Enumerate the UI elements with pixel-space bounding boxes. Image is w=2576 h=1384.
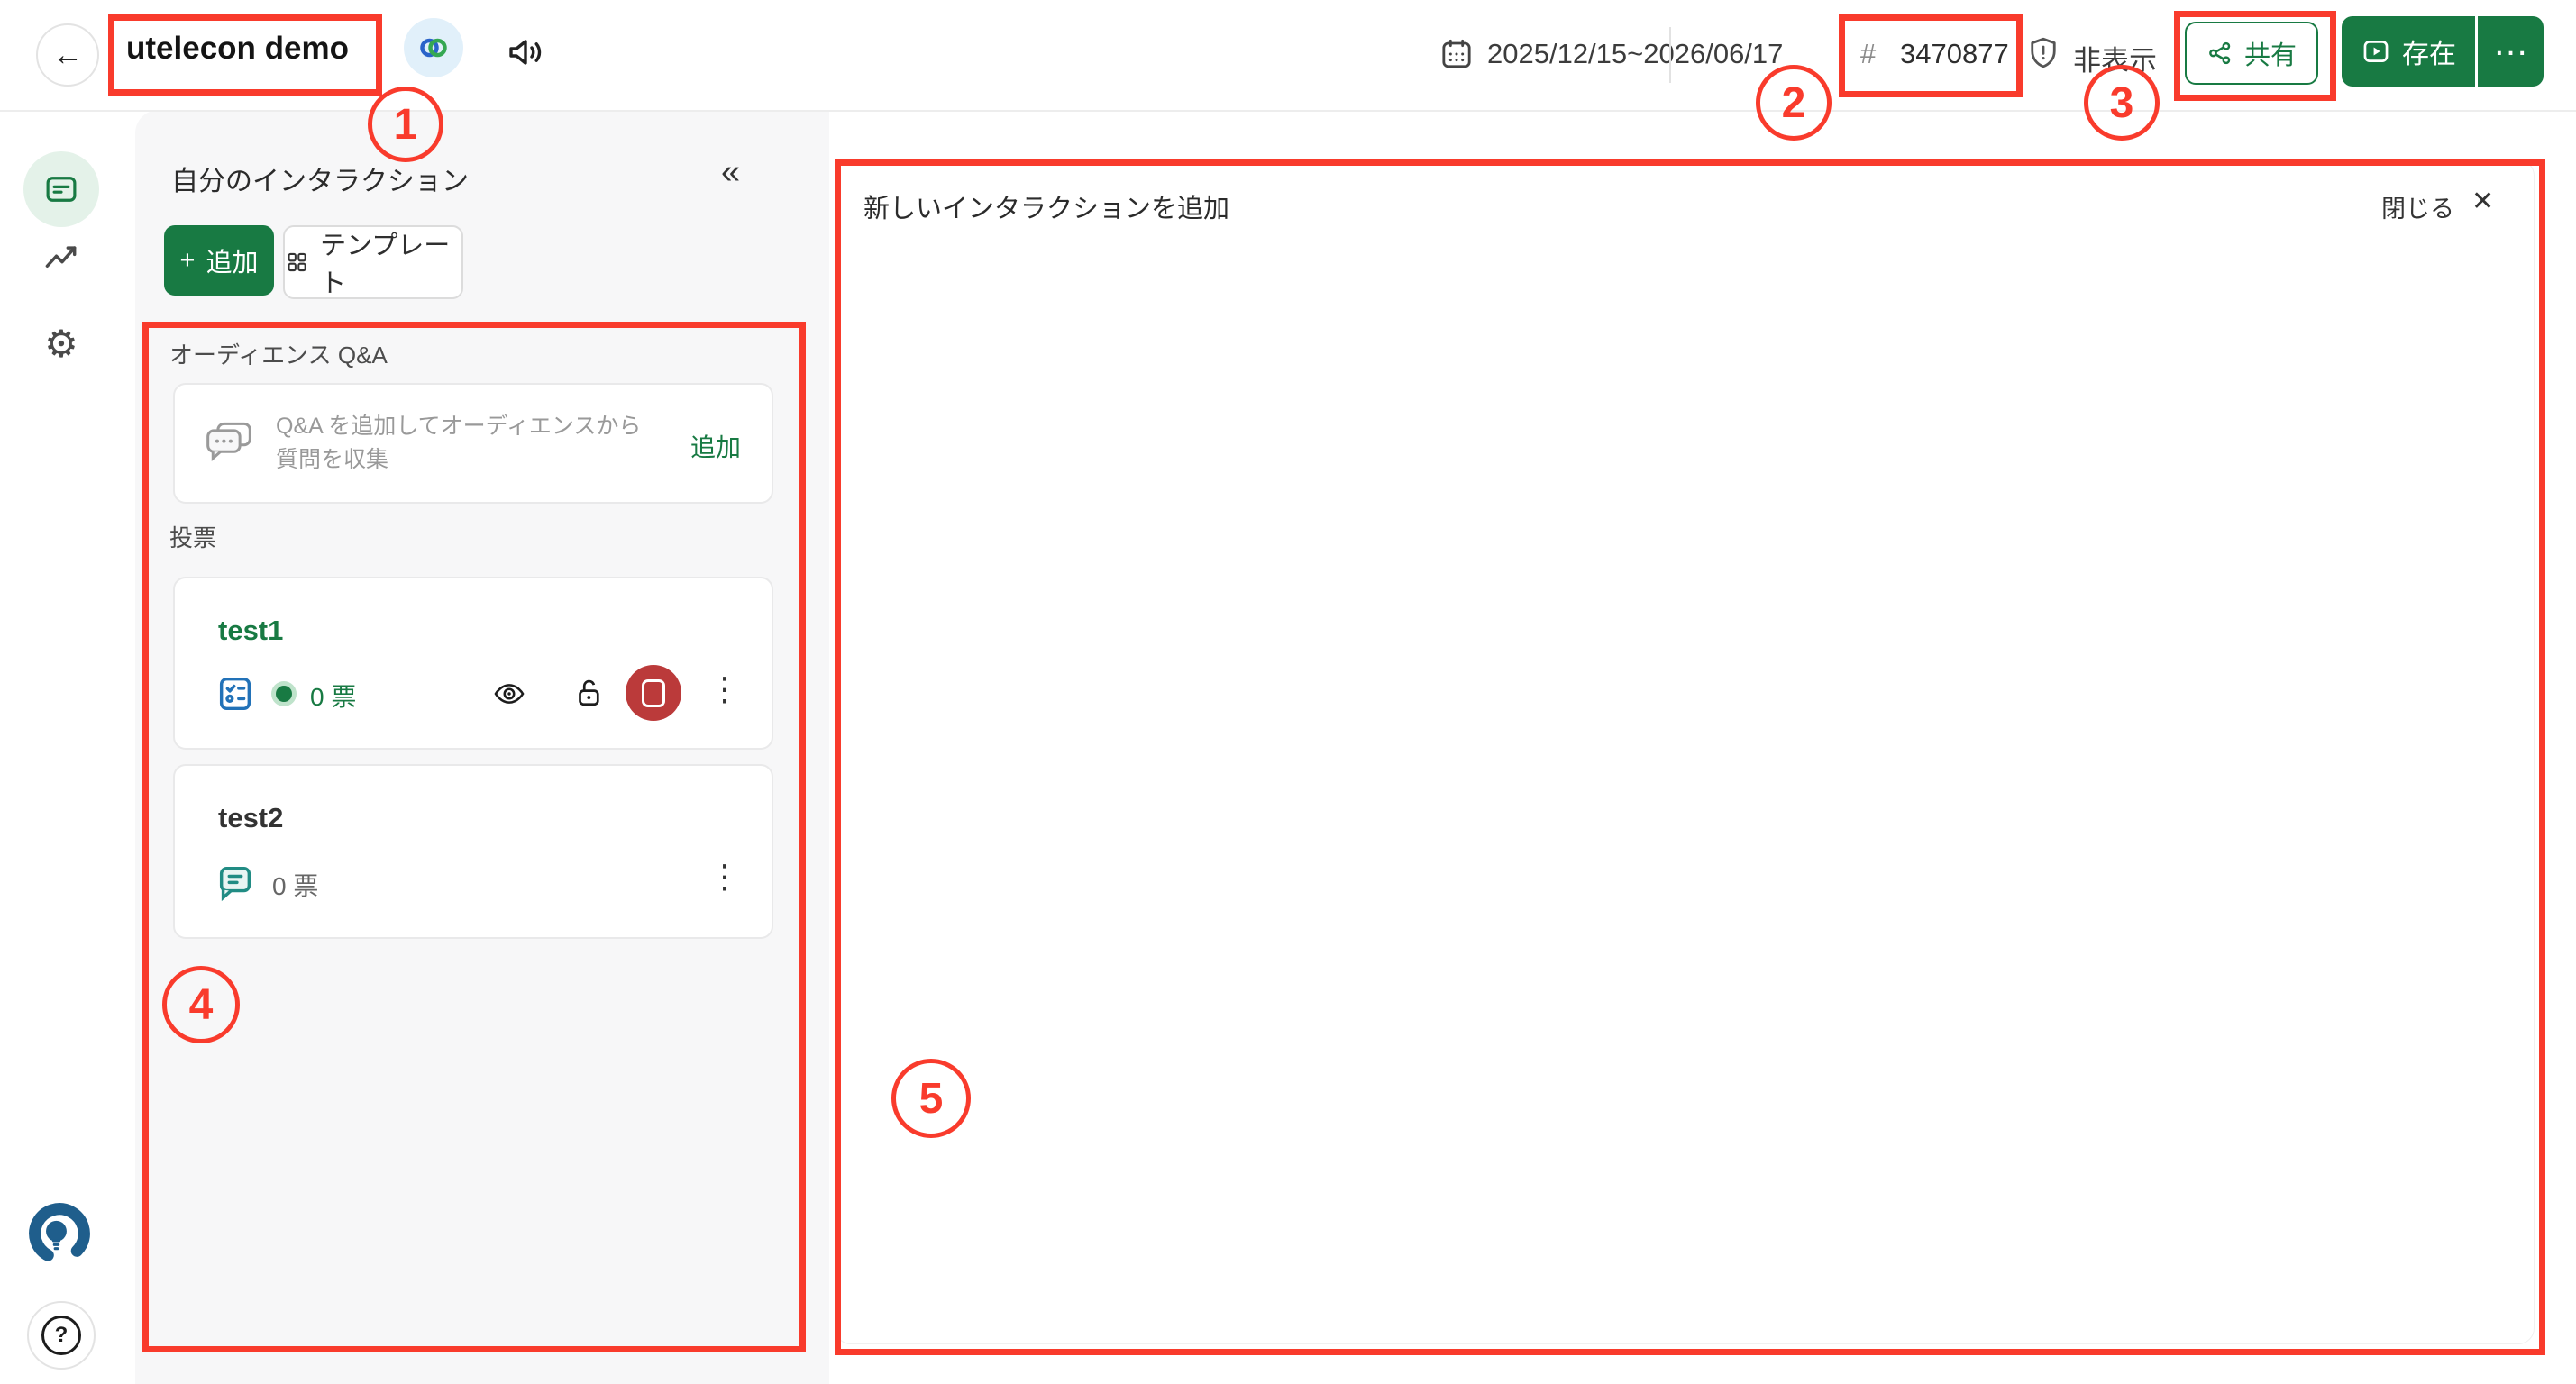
modal-title: 新しいインタラクションを追加 [863, 187, 1229, 225]
present-button[interactable]: 存在 [2342, 16, 2475, 86]
qa-hint-text: Q&A を追加してオーディエンスから質問を収集 [276, 410, 663, 477]
template-button[interactable]: テンプレート [283, 225, 463, 299]
present-play-icon [2361, 36, 2391, 67]
question-mark-icon: ? [41, 1316, 81, 1355]
grid-icon [285, 249, 309, 276]
header-divider [1669, 27, 1671, 83]
share-label: 共有 [2244, 34, 2297, 72]
qa-section-label: オーディエンス Q&A [169, 337, 388, 370]
open-text-icon [215, 861, 256, 903]
presentation-title[interactable]: utelecon demo [126, 20, 361, 77]
interaction-item-test1[interactable]: test1 0 票 ⋮ [173, 577, 773, 750]
trend-icon [41, 239, 81, 278]
interaction-item-test2[interactable]: test2 0 票 ⋮ [173, 764, 773, 939]
interactions-panel: 自分のインタラクション « +追加 テンプレート オーディエンス Q&A Q&A… [135, 110, 829, 1384]
megaphone-icon [505, 31, 548, 74]
announcement-button[interactable] [505, 31, 548, 74]
collapse-panel-button[interactable]: « [721, 153, 740, 192]
item-menu-button[interactable]: ⋮ [708, 670, 741, 708]
gear-icon: ⚙ [44, 323, 78, 365]
share-button[interactable]: 共有 [2185, 22, 2318, 85]
checklist-icon [215, 673, 256, 715]
unlock-icon[interactable] [571, 676, 606, 710]
webex-integration-icon[interactable] [404, 18, 463, 77]
kebab-icon: ⋮ [708, 670, 741, 707]
interaction-name: test2 [218, 802, 283, 834]
back-icon: ← [52, 38, 83, 73]
back-button[interactable]: ← [36, 23, 99, 86]
more-actions-button[interactable]: … [2478, 16, 2544, 86]
app-window: ← utelecon demo 2025/12/15 [0, 0, 2576, 1384]
close-button[interactable]: ✕ [2471, 186, 2494, 217]
shield-alert-icon[interactable] [2024, 34, 2062, 72]
interaction-name: test1 [218, 615, 283, 647]
calendar-icon [1439, 36, 1475, 72]
close-label[interactable]: 閉じる [2381, 189, 2454, 224]
item-menu-button[interactable]: ⋮ [708, 858, 741, 896]
add-interaction-button[interactable]: +追加 [164, 225, 274, 296]
qa-chat-bubbles-icon [204, 419, 254, 464]
webex-logo-icon [416, 30, 452, 66]
utelecon-logo [20, 1194, 99, 1273]
hash-icon: # [1860, 38, 1876, 70]
present-label: 存在 [2402, 32, 2456, 71]
panel-title: 自分のインタラクション [171, 159, 469, 198]
close-icon: ✕ [2471, 187, 2494, 216]
eye-icon[interactable] [492, 677, 526, 711]
stop-icon [642, 679, 665, 707]
top-bar: ← utelecon demo 2025/12/15 [0, 0, 2576, 112]
nav-results-trend[interactable] [41, 239, 81, 278]
vote-count: 0 票 [272, 867, 318, 903]
nav-settings[interactable]: ⚙ [41, 324, 81, 364]
kebab-icon: ⋮ [708, 858, 741, 895]
main-area: 新しいインタラクションを追加 閉じる ✕ [829, 110, 2576, 1384]
qa-hint-card[interactable]: Q&A を追加してオーディエンスから質問を収集 追加 [173, 383, 773, 504]
collapse-icon: « [721, 153, 740, 191]
qa-add-link[interactable]: 追加 [690, 428, 741, 464]
live-status-dot [276, 686, 292, 702]
date-range[interactable]: 2025/12/15~2026/06/17 [1487, 38, 1783, 70]
add-interaction-modal [835, 159, 2535, 1344]
help-button[interactable]: ? [27, 1301, 96, 1370]
vote-count: 0 票 [310, 678, 356, 714]
note-card-icon [42, 170, 80, 208]
nav-interactions-active[interactable] [23, 151, 99, 227]
share-nodes-icon [2206, 40, 2233, 67]
vote-section-label: 投票 [169, 520, 216, 553]
plus-icon: + [180, 246, 196, 276]
left-icon-rail: ⚙ ? [0, 110, 135, 1384]
stop-button[interactable] [626, 665, 681, 721]
hidden-toggle[interactable]: 非表示 [2073, 38, 2157, 78]
voting-code[interactable]: 3470877 [1900, 38, 2009, 70]
more-icon: … [2493, 34, 2529, 68]
